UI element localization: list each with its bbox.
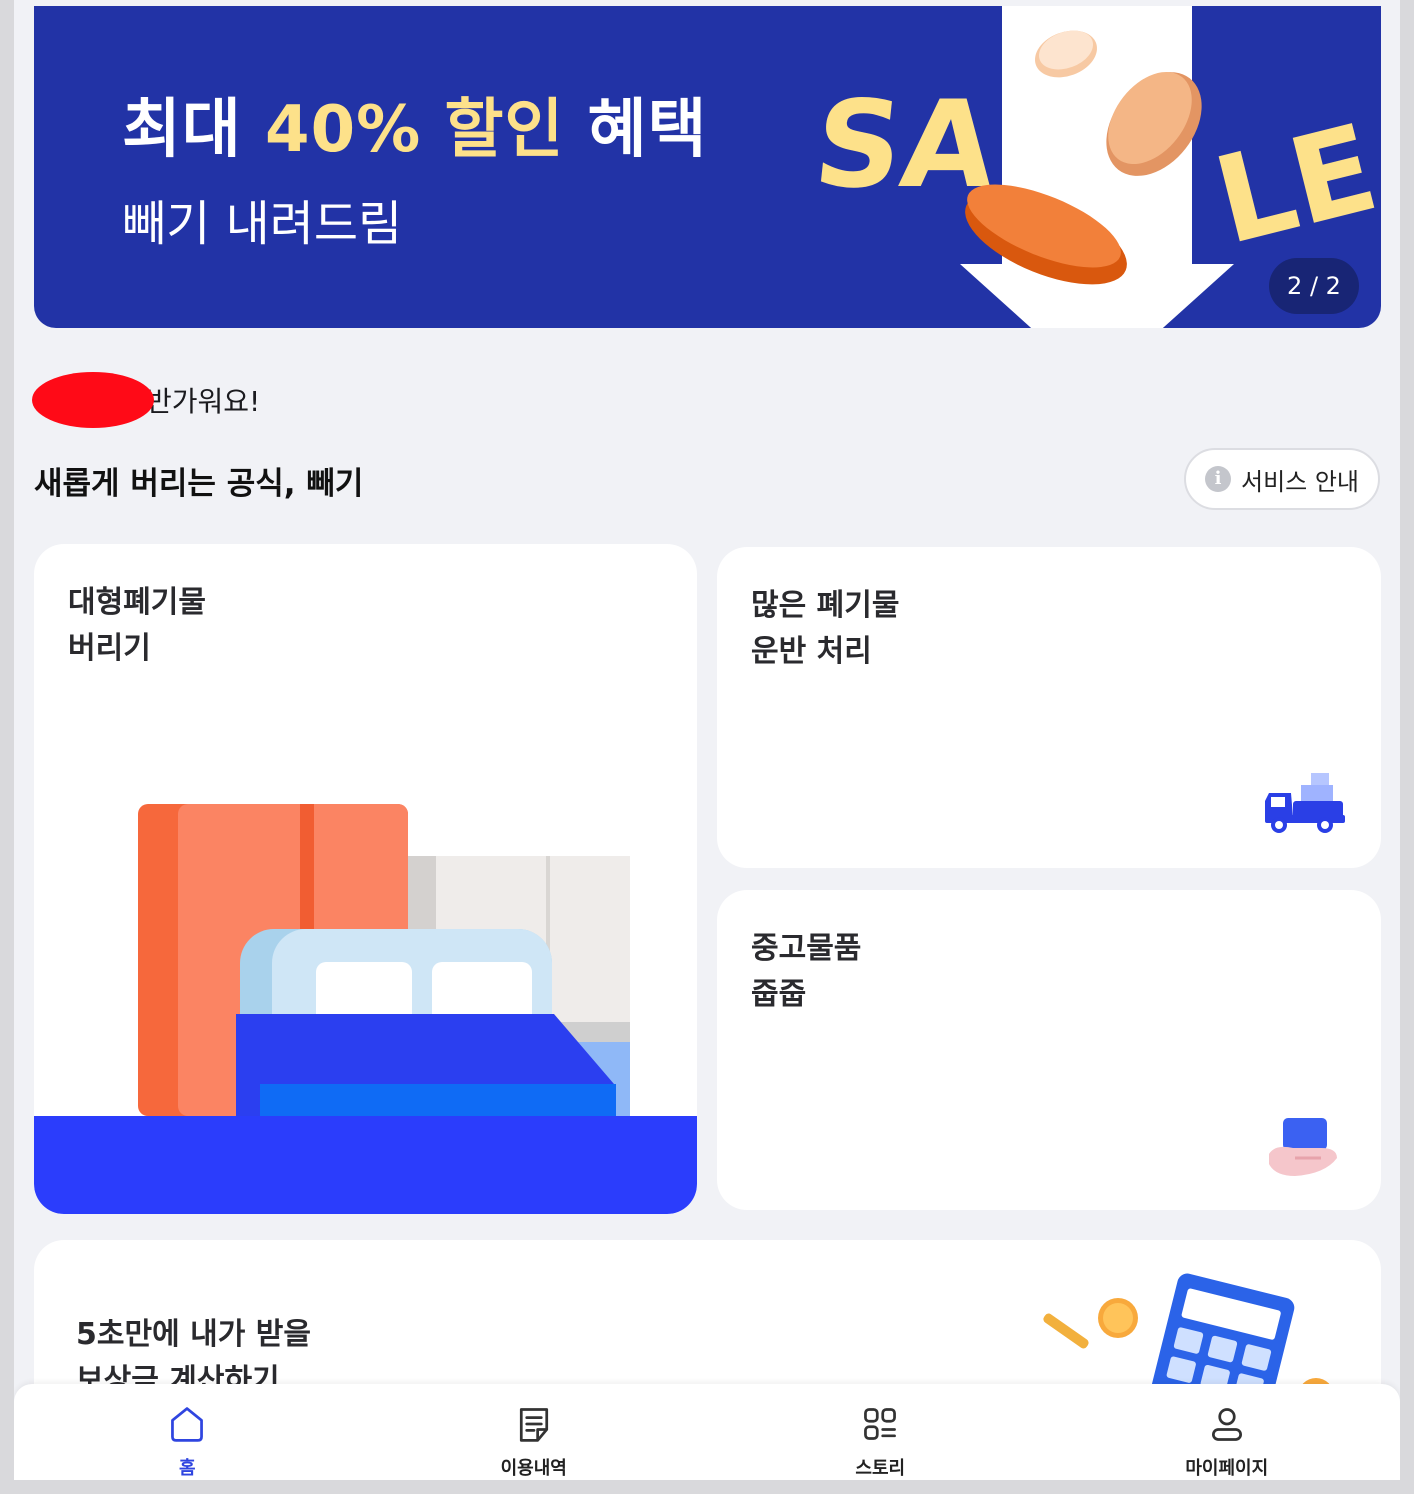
bottom-navigation: 홈 이용내역 스토리 마이페이지 xyxy=(14,1384,1400,1480)
card-used-line2: 줍줍 xyxy=(751,977,807,1012)
info-icon: i xyxy=(1204,466,1231,492)
banner-title: 최대 40% 할인 혜택 xyxy=(122,78,707,170)
banner-subtitle: 빼기 내려드림 xyxy=(122,196,403,252)
home-icon xyxy=(171,1407,204,1442)
card-used-items[interactable]: 중고물품 줍줍 xyxy=(717,890,1381,1210)
banner-title-highlight: 40% 할인 xyxy=(265,93,565,167)
history-icon xyxy=(519,1408,548,1442)
card-transport-title: 많은 폐기물 운반 처리 xyxy=(751,583,899,675)
card-calc-line1: 5초만에 내가 받을 xyxy=(76,1317,311,1352)
nav-history[interactable]: 이용내역 xyxy=(361,1384,708,1480)
truck-icon xyxy=(1265,773,1345,833)
card-transport-line1: 많은 폐기물 xyxy=(751,588,900,623)
service-guide-button[interactable]: i 서비스 안내 xyxy=(1184,448,1380,510)
redaction-mark xyxy=(32,372,154,428)
card-transport-line2: 운반 처리 xyxy=(751,634,872,669)
nav-story-label: 스토리 xyxy=(855,1458,906,1479)
service-guide-label: 서비스 안내 xyxy=(1240,467,1360,496)
hand-card-icon xyxy=(1269,1118,1337,1176)
nav-mypage-label: 마이페이지 xyxy=(1185,1458,1269,1479)
nav-home-label: 홈 xyxy=(178,1458,196,1479)
greeting-message: 반가워요! xyxy=(146,385,261,418)
sale-text-right: LE xyxy=(1202,99,1381,272)
banner-title-prefix: 최대 xyxy=(122,93,266,167)
nav-history-label: 이용내역 xyxy=(500,1458,567,1479)
card-bulky-waste[interactable]: 대형폐기물 버리기 xyxy=(34,544,697,1214)
card-used-line1: 중고물품 xyxy=(751,931,862,966)
profile-icon xyxy=(1211,1408,1242,1441)
nav-home[interactable]: 홈 xyxy=(14,1384,361,1480)
app-screen: 최대 40% 할인 혜택 빼기 내려드림 SA LE 2 / 2 반가워요! 새… xyxy=(14,0,1400,1480)
nav-mypage[interactable]: 마이페이지 xyxy=(1054,1384,1401,1480)
nav-story[interactable]: 스토리 xyxy=(707,1384,1054,1480)
card-transport[interactable]: 많은 폐기물 운반 처리 xyxy=(717,547,1381,868)
story-icon xyxy=(864,1408,897,1440)
promo-banner[interactable]: 최대 40% 할인 혜택 빼기 내려드림 SA LE 2 / 2 xyxy=(34,6,1381,328)
slide-counter: 2 / 2 xyxy=(1269,258,1359,314)
tagline: 새롭게 버리는 공식, 빼기 xyxy=(34,466,364,502)
card-used-title: 중고물품 줍줍 xyxy=(751,926,861,1018)
furniture-illustration xyxy=(34,804,697,1214)
banner-title-suffix: 혜택 xyxy=(564,93,708,167)
